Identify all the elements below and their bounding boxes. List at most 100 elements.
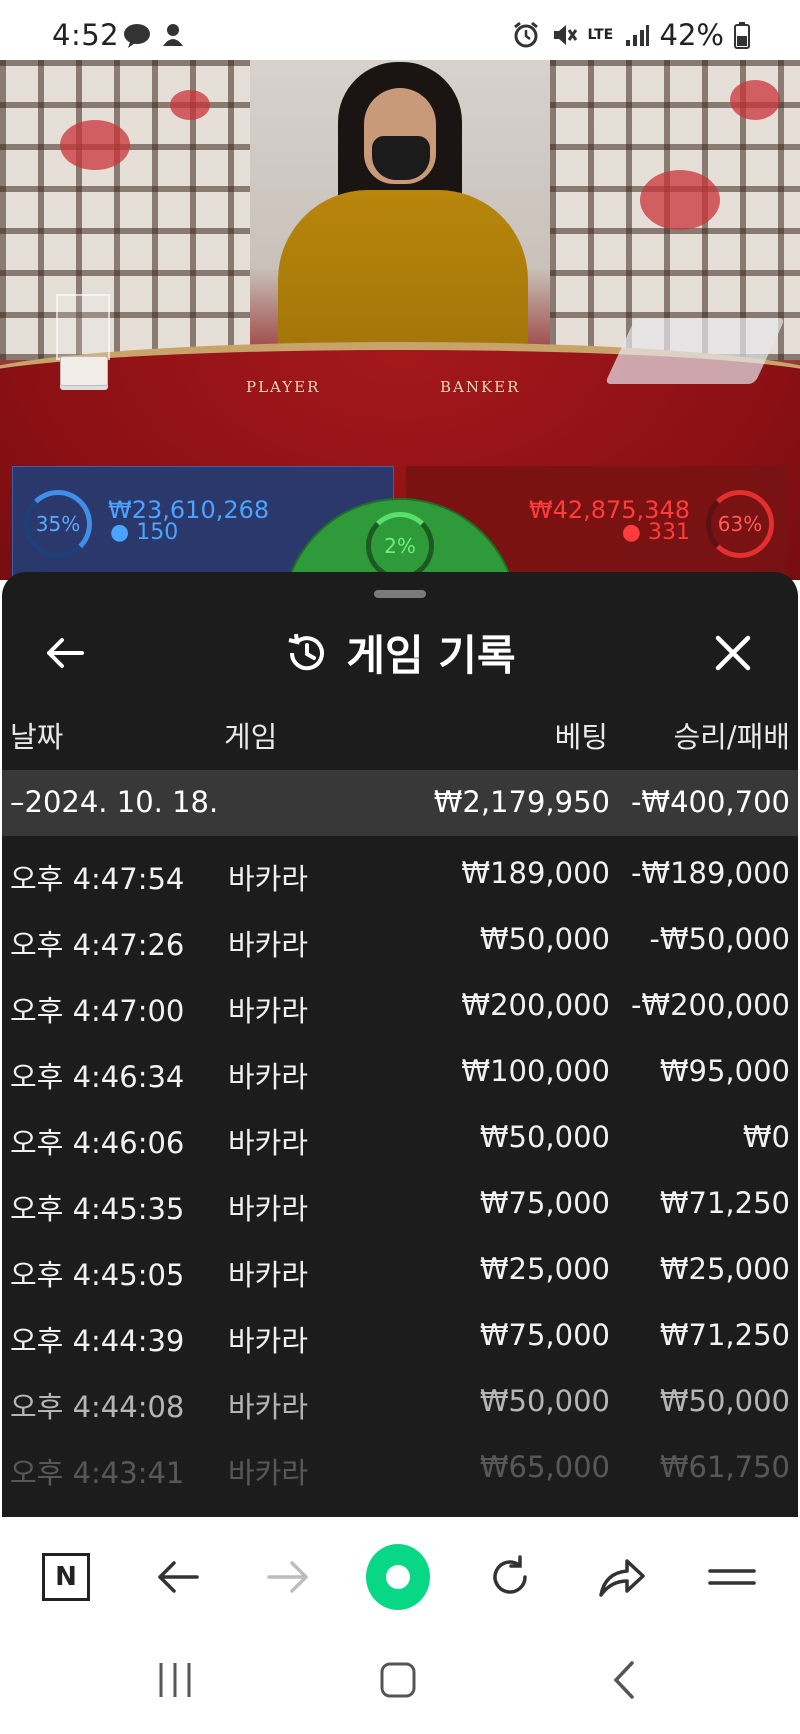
status-left-icons [122,22,186,48]
row-time: 오후 4:47:00 [10,994,185,1028]
table-row[interactable]: 오후 4:46:34 바카라 ₩100,000 ₩95,000 [2,1036,798,1102]
banker-percent: 63% [717,512,763,536]
card-shoe [604,318,786,384]
table-row[interactable]: 오후 4:44:39 바카라 ₩75,000 ₩71,250 [2,1300,798,1366]
row-time: 오후 4:45:05 [10,1258,185,1292]
row-time: 오후 4:43:41 [10,1456,185,1490]
row-bet: ₩25,000 [479,1252,610,1286]
system-navigation-bar [0,1627,800,1734]
row-bet: ₩200,000 [461,988,610,1022]
row-result: ₩0 [742,1120,790,1154]
battery-percent: 42% [659,18,724,52]
row-result: -₩200,000 [630,988,790,1022]
row-result: ₩71,250 [659,1186,790,1220]
row-game: 바카라 [228,1390,309,1424]
home-icon [380,1662,416,1698]
status-right-icons: LTE 42% [512,18,750,52]
sheet-header: 게임 기록 [2,602,798,702]
row-bet: ₩50,000 [479,922,610,956]
summary-date: –2024. 10. 18. [10,785,219,819]
game-history-sheet: 게임 기록 날짜 게임 베팅 승리/패배 –2024. 10. 18. ₩2,1… [2,572,798,1517]
player-percent-ring: 35% [24,490,92,558]
row-game: 바카라 [228,1324,309,1358]
row-time: 오후 4:47:26 [10,928,185,962]
summary-bet-total: ₩2,179,950 [433,785,610,819]
browser-toolbar: N [0,1517,800,1627]
column-header-bet[interactable]: 베팅 [555,714,608,764]
system-back-button[interactable] [594,1655,654,1705]
row-result: -₩50,000 [649,922,790,956]
reload-icon [493,1555,527,1594]
tie-percent-ring: 2% [366,512,434,580]
row-bet: ₩50,000 [479,1120,610,1154]
recent-apps-icon [159,1663,191,1697]
signal-icon [625,25,649,46]
table-row[interactable]: 오후 4:47:00 바카라 ₩200,000 -₩200,000 [2,970,798,1036]
card-holder [56,294,110,360]
table-row[interactable]: 오후 4:44:08 바카라 ₩50,000 ₩50,000 [2,1366,798,1432]
date-summary-row[interactable]: –2024. 10. 18. ₩2,179,950 -₩400,700 [2,770,798,836]
history-icon [288,633,325,670]
dealer-mask [372,136,430,180]
blossom-decor [640,170,720,230]
user-icon: ● [110,520,130,545]
naver-home-button[interactable]: N [34,1545,98,1609]
row-game: 바카라 [228,1456,309,1490]
table-row[interactable]: 오후 4:47:26 바카라 ₩50,000 -₩50,000 [2,904,798,970]
title-wrap: 게임 기록 [2,622,798,683]
column-header-result[interactable]: 승리/패배 [674,714,791,764]
table-row[interactable]: 오후 4:45:05 바카라 ₩25,000 ₩25,000 [2,1234,798,1300]
row-result: ₩61,750 [659,1450,790,1484]
naver-home-icon: N [42,1553,90,1601]
row-time: 오후 4:44:39 [10,1324,185,1358]
table-row[interactable]: 오후 4:47:54 바카라 ₩189,000 -₩189,000 [2,838,798,904]
reload-button[interactable] [478,1545,542,1609]
table-label-banker: BANKER [440,378,521,396]
green-dot-icon [366,1544,430,1610]
home-label: N [55,1562,77,1592]
row-game: 바카라 [228,1192,309,1226]
row-result: ₩71,250 [659,1318,790,1352]
home-button[interactable] [368,1655,428,1705]
table-row[interactable]: 오후 4:46:06 바카라 ₩50,000 ₩0 [2,1102,798,1168]
column-header-game[interactable]: 게임 [224,714,277,764]
blossom-decor [170,90,210,120]
card-stack [60,356,108,386]
row-bet: ₩100,000 [461,1054,610,1088]
table-row[interactable]: 오후 4:45:35 바카라 ₩75,000 ₩71,250 [2,1168,798,1234]
blossom-decor [730,80,780,120]
close-icon [715,635,751,671]
forward-arrow-icon [267,1561,308,1593]
row-game: 바카라 [228,1126,309,1160]
browser-forward-button[interactable] [256,1545,320,1609]
sheet-title: 게임 기록 [346,631,516,680]
lte-indicator: LTE [587,27,614,43]
row-bet: ₩75,000 [479,1186,610,1220]
messenger-icon [124,24,150,48]
banker-percent-ring: 63% [706,490,774,558]
row-time: 오후 4:45:35 [10,1192,185,1226]
status-bar: 4:52 LTE 42% [0,0,800,60]
row-result: ₩50,000 [659,1384,790,1418]
row-result: ₩95,000 [659,1054,790,1088]
share-icon [599,1559,645,1597]
row-game: 바카라 [228,928,309,962]
column-header-date[interactable]: 날짜 [10,714,63,764]
drag-handle[interactable] [374,590,426,598]
recent-apps-button[interactable] [145,1655,205,1705]
row-result: -₩189,000 [630,856,790,890]
row-bet: ₩65,000 [479,1450,610,1484]
green-dot-button[interactable] [366,1544,430,1610]
notification-app-icon [163,24,183,46]
table-row[interactable]: 오후 4:43:41 바카라 ₩65,000 ₩61,750 [2,1432,798,1498]
player-count: ● 150 [110,520,178,545]
share-button[interactable] [590,1545,654,1609]
row-game: 바카라 [228,862,309,896]
banker-count-value: 331 [648,520,690,545]
mute-icon [553,25,577,45]
banker-count: ● 331 [622,520,690,545]
row-time: 오후 4:46:06 [10,1126,185,1160]
browser-back-button[interactable] [146,1545,210,1609]
close-button[interactable] [708,628,758,678]
menu-button[interactable] [700,1545,764,1609]
